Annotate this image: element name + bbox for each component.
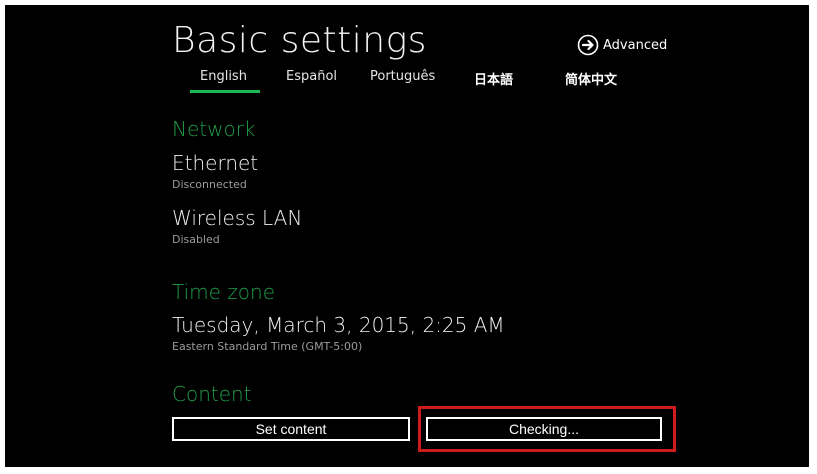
arrow-right-circle-icon [577, 34, 599, 56]
tab-espanol[interactable]: Español [286, 69, 337, 84]
tab-simplified-chinese[interactable]: 简体中文 [565, 69, 617, 88]
page-title: Basic settings [172, 20, 427, 61]
advanced-button[interactable]: Advanced [577, 34, 667, 56]
content-heading: Content [172, 382, 252, 406]
tab-portugues[interactable]: Português [370, 69, 435, 84]
tab-japanese[interactable]: 日本語 [474, 69, 513, 88]
wireless-lan-item[interactable]: Wireless LAN [172, 206, 302, 230]
network-heading: Network [172, 117, 256, 141]
checking-button[interactable]: Checking... [426, 417, 662, 441]
time-zone-heading: Time zone [172, 280, 276, 304]
ethernet-item[interactable]: Ethernet [172, 151, 258, 175]
advanced-label: Advanced [603, 37, 668, 53]
time-zone-value: Eastern Standard Time (GMT-5:00) [172, 340, 363, 353]
date-time-item[interactable]: Tuesday, March 3, 2015, 2:25 AM [172, 313, 505, 337]
ethernet-status: Disconnected [172, 178, 247, 191]
set-content-button[interactable]: Set content [172, 417, 410, 441]
tab-english[interactable]: English [190, 69, 260, 93]
settings-screen: Basic settings Advanced English Español … [5, 5, 809, 467]
wireless-lan-status: Disabled [172, 233, 220, 246]
